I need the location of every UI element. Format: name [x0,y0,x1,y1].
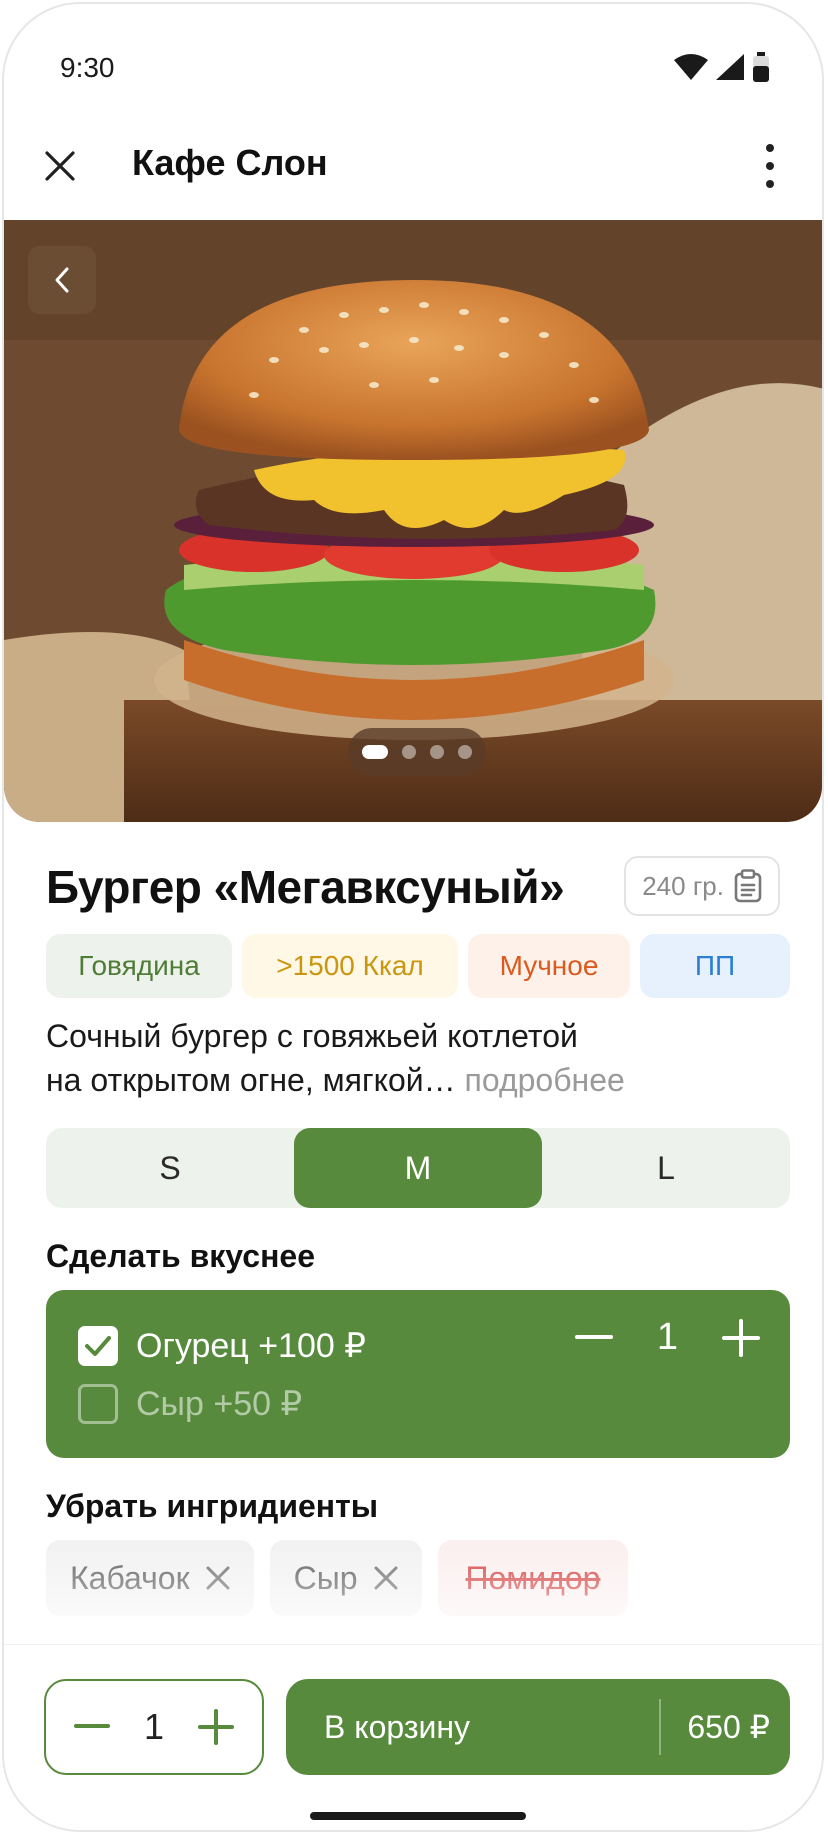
addons-title: Сделать вкуснее [46,1238,315,1274]
price-label: 650 ₽ [687,1709,770,1745]
tag-healthy: ПП [640,934,790,998]
chevron-left-icon [55,267,69,293]
pagination-dot[interactable] [402,745,416,759]
add-to-cart-button[interactable]: В корзину 650 ₽ [286,1679,790,1775]
close-icon[interactable] [206,1566,230,1590]
app-header: Кафе Слон [4,124,822,214]
checkbox-checked[interactable] [78,1326,118,1366]
bottom-action-bar: 1 В корзину 650 ₽ [4,1644,822,1830]
ingredient-label: Сыр [293,1559,358,1596]
description-line-1: Сочный бургер с говяжьей котлетой [46,1018,578,1054]
cellular-signal-icon [716,54,744,80]
minus-icon[interactable] [74,1724,110,1730]
more-options-button[interactable] [758,144,782,188]
quantity-value: 1 [143,1706,165,1747]
gallery-pagination [348,728,486,776]
weight-label: 240 гр. [642,870,724,901]
add-to-cart-label: В корзину [324,1708,471,1745]
addon-label: Сыр +50 ₽ [136,1385,303,1423]
addon-item[interactable]: Сыр +50 ₽ [78,1384,302,1424]
phone-screen: 9:30 Кафе Слон Бургер «Мегавксуный» 240 … [2,2,824,1832]
pagination-dot-active[interactable] [362,745,388,759]
quantity-stepper: 1 [44,1679,264,1775]
ingredient-chip[interactable]: Кабачок [46,1540,254,1616]
battery-icon [753,52,769,82]
gallery-back-button[interactable] [28,246,96,314]
checkmark-icon [85,1336,111,1356]
more-dot-icon [766,162,774,170]
checkbox-unchecked[interactable] [78,1384,118,1424]
system-icons [674,52,770,82]
size-option-m[interactable]: M [294,1128,542,1208]
product-description: Сочный бургер с говяжьей котлетой на отк… [46,1014,746,1102]
button-divider [659,1699,662,1755]
ingredient-chip-removed[interactable]: Помидор [437,1540,629,1616]
weight-badge[interactable]: 240 гр. [624,856,780,916]
home-indicator[interactable] [310,1812,526,1820]
minus-icon[interactable] [574,1334,613,1341]
addons-panel: Огурец +100 ₽ 1 Сыр +50 ₽ [46,1290,790,1458]
remove-ingredients-list: Кабачок Сыр Помидор [46,1540,629,1616]
tag-flour: Мучное [468,934,630,998]
pagination-dot[interactable] [430,745,444,759]
addon-label: Огурец +100 ₽ [136,1327,366,1365]
addon-quantity-stepper: 1 [574,1316,760,1359]
ingredient-label: Кабачок [70,1559,190,1596]
close-icon[interactable] [374,1566,398,1590]
status-bar: 9:30 [4,4,822,134]
clipboard-icon [734,869,762,903]
product-name: Бургер «Мегавксуный» [46,861,565,913]
addon-item[interactable]: Огурец +100 ₽ [78,1326,366,1366]
addon-quantity-value: 1 [656,1316,678,1358]
more-dot-icon [766,180,774,188]
plus-icon[interactable] [198,1709,234,1745]
status-time: 9:30 [60,52,115,83]
close-icon [45,151,75,181]
size-option-s[interactable]: S [46,1128,294,1208]
ingredient-chip[interactable]: Сыр [269,1540,422,1616]
page-title: Кафе Слон [132,142,328,183]
more-dot-icon [766,144,774,152]
read-more-link[interactable]: подробнее [465,1062,625,1098]
size-selector: S M L [46,1128,790,1208]
remove-ingredients-title: Убрать ингридиенты [46,1488,379,1524]
plus-icon[interactable] [722,1318,760,1357]
ingredient-label: Помидор [465,1559,601,1596]
size-option-l[interactable]: L [542,1128,790,1208]
tag-calories: >1500 Ккал [242,934,458,998]
product-tags: Говядина >1500 Ккал Мучное ПП [46,934,790,998]
pagination-dot[interactable] [458,745,472,759]
close-button[interactable] [40,146,80,186]
description-line-2: на открытом огне, мягкой… [46,1062,456,1098]
tag-beef: Говядина [46,934,232,998]
wifi-icon [674,54,708,80]
